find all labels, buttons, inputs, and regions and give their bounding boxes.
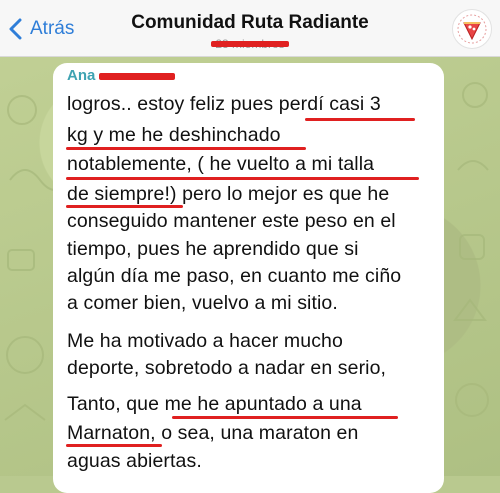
member-count: 23 miembros [0,37,500,51]
chat-title[interactable]: Comunidad Ruta Radiante [0,12,500,34]
pizza-slice-logo-icon [457,14,487,44]
message-line: deporte, sobretodo a nadar en serio, [67,357,387,379]
message-line: conseguido mantener este peso en el [67,210,396,232]
member-count-text: 23 miembros [215,37,285,51]
message-line: Tanto, que me he apuntado a una [67,393,362,415]
highlight-underline [66,147,306,150]
chat-header: Atrás Comunidad Ruta Radiante 23 miembro… [0,0,500,57]
message-line: a comer bien, vuelvo a mi sitio. [67,292,338,314]
sender-name: Ana [67,67,96,84]
group-avatar[interactable] [452,9,492,49]
message-line: de siempre!) pero lo mejor es que he [67,183,390,205]
message-line: logros.. estoy feliz pues perdí casi 3 [67,93,381,115]
message-line: notablemente, ( he vuelto a mi talla [67,153,375,175]
message-sender[interactable]: Ana [67,67,176,84]
highlight-underline [66,444,162,447]
message-line: Me ha motivado a hacer mucho [67,330,343,352]
message-line: algún día me paso, en cuanto me ciño [67,265,402,287]
redacted-surname [99,72,176,80]
highlight-underline [66,177,419,180]
highlight-underline [66,205,183,208]
message-line: Marnaton, o sea, una maraton en [67,422,359,444]
message-line: aguas abiertas. [67,450,202,472]
message-line: tiempo, pues he aprendido que si [67,238,359,260]
highlight-underline [305,118,415,121]
highlight-underline [172,416,398,419]
message-line: kg y me he deshinchado [67,124,281,146]
